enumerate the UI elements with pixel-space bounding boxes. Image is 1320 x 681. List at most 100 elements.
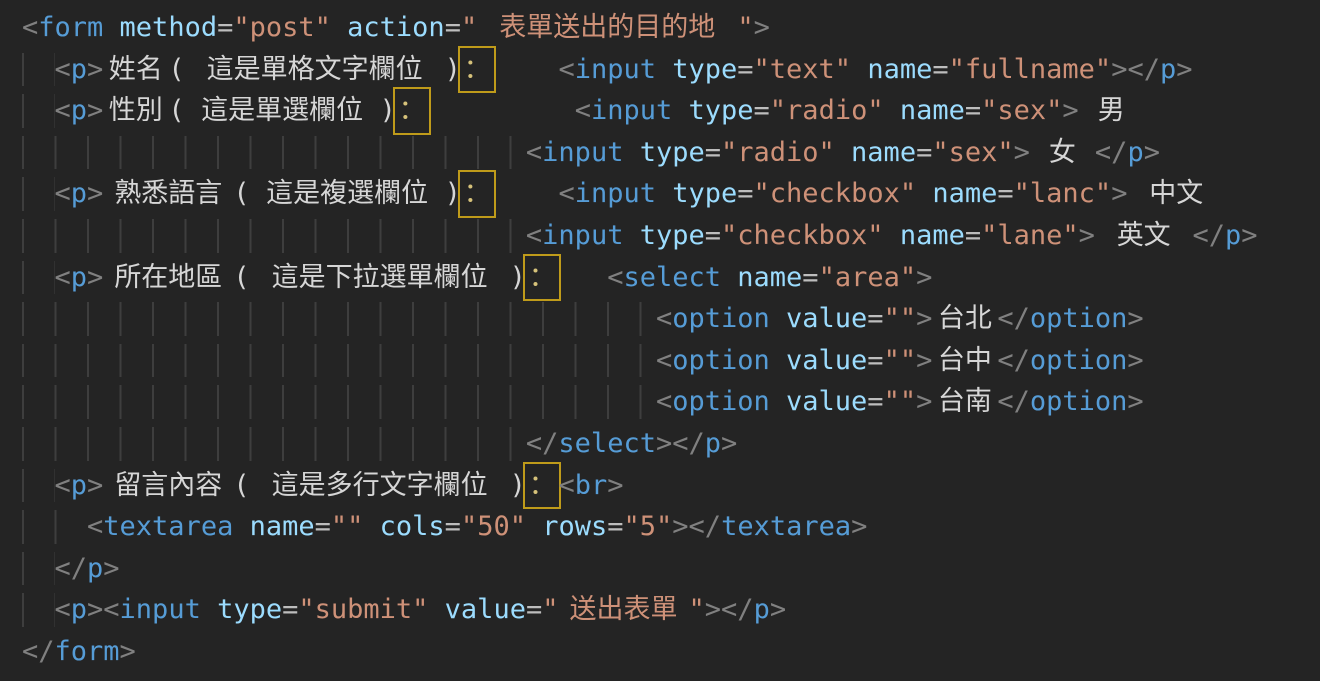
token-str: "lanc" xyxy=(1014,173,1112,215)
token-attr: name xyxy=(250,506,315,548)
token-txt: 熟悉語言(這是複選欄位) xyxy=(103,173,461,215)
token-str: "fullname" xyxy=(949,49,1112,91)
indent-guides xyxy=(22,423,526,465)
code-line-3[interactable]: <p>性別(這是單選欄位)：<inputtype="radio"name="se… xyxy=(22,90,1320,132)
token-pun: < xyxy=(55,257,71,299)
token-pun: </ xyxy=(1095,132,1128,174)
token-tag: br xyxy=(575,465,608,507)
indent-guides xyxy=(22,132,526,174)
token-eq: = xyxy=(737,173,753,215)
token-attr: type xyxy=(689,90,754,132)
token-eq: = xyxy=(607,506,623,548)
token-eq: = xyxy=(705,215,721,257)
token-tag: p xyxy=(754,589,770,631)
code-line-15[interactable]: <p><inputtype="submit"value="送出表單"></p> xyxy=(22,589,1320,631)
token-pun: > xyxy=(103,548,119,590)
token-tag: p xyxy=(71,589,87,631)
token-pun: > xyxy=(1111,173,1127,215)
token-eq: = xyxy=(932,49,948,91)
token-tag: p xyxy=(705,423,721,465)
token-attr: name xyxy=(851,132,916,174)
token-eq: = xyxy=(445,7,461,49)
token-tag: option xyxy=(672,381,770,423)
cjk-text-run: 性別 xyxy=(103,90,168,132)
code-line-12[interactable]: <p>留言內容(這是多行文字欄位)：<br> xyxy=(22,465,1320,507)
code-line-10[interactable]: <optionvalue="">台南</option> xyxy=(22,381,1320,423)
token-str: "lane" xyxy=(981,215,1079,257)
token-tag: input xyxy=(120,589,201,631)
token-eq: = xyxy=(997,173,1013,215)
token-str: "" xyxy=(884,298,917,340)
cjk-text-run: 女 xyxy=(1046,132,1079,174)
token-pun: < xyxy=(87,506,103,548)
token-pun: > xyxy=(916,381,932,423)
token-attr: name xyxy=(867,49,932,91)
token-pun: >< xyxy=(87,589,120,631)
code-line-6[interactable]: <inputtype="checkbox"name="lane"> 英文 </p… xyxy=(22,215,1320,257)
token-attr: cols xyxy=(380,506,445,548)
token-attr: name xyxy=(932,173,997,215)
code-line-1[interactable]: <formmethod="post"action="表單送出的目的地"> xyxy=(22,7,1320,49)
code-editor[interactable]: <formmethod="post"action="表單送出的目的地"><p>姓… xyxy=(0,0,1320,681)
cjk-text-run: 這是複選欄位 xyxy=(250,173,445,215)
token-pun: > xyxy=(87,257,103,299)
token-str: "radio" xyxy=(721,132,835,174)
code-line-9[interactable]: <optionvalue="">台中</option> xyxy=(22,340,1320,382)
token-pun: > xyxy=(1014,132,1030,174)
code-line-7[interactable]: <p>所在地區(這是下拉選單欄位)：<selectname="area"> xyxy=(22,257,1320,299)
indent-guides xyxy=(22,215,526,257)
indent-guides xyxy=(22,465,55,507)
code-line-4[interactable]: <inputtype="radio"name="sex"> 女 </p> xyxy=(22,132,1320,174)
token-tag: p xyxy=(1127,132,1143,174)
token-pun: > xyxy=(851,506,867,548)
indent-guides xyxy=(22,90,55,132)
cjk-text-run: 中文 xyxy=(1144,173,1209,215)
token-str: "" xyxy=(331,506,364,548)
token-pun: < xyxy=(55,589,71,631)
token-pun: > xyxy=(1127,381,1143,423)
token-attr: type xyxy=(640,132,705,174)
code-line-5[interactable]: <p>熟悉語言(這是複選欄位)：<inputtype="checkbox"nam… xyxy=(22,173,1320,215)
token-tag: select xyxy=(558,423,656,465)
token-pun: ></ xyxy=(705,589,754,631)
cjk-text-run: 所在地區 xyxy=(103,257,233,299)
code-line-8[interactable]: <optionvalue="">台北</option> xyxy=(22,298,1320,340)
token-tag: input xyxy=(542,132,623,174)
code-line-16[interactable]: </form> xyxy=(22,631,1320,673)
token-pun: > xyxy=(1176,49,1192,91)
indent-guides xyxy=(22,506,87,548)
token-str: "text" xyxy=(754,49,852,91)
indent-guides xyxy=(22,340,656,382)
token-attr: name xyxy=(900,215,965,257)
token-pun: > xyxy=(1241,215,1257,257)
code-line-2[interactable]: <p>姓名(這是單格文字欄位)：<inputtype="text"name="f… xyxy=(22,49,1320,91)
token-pun: > xyxy=(87,49,103,91)
token-pun: < xyxy=(526,215,542,257)
indent-guides xyxy=(22,173,55,215)
token-pun: < xyxy=(526,132,542,174)
token-pun: > xyxy=(120,631,136,673)
token-eq: = xyxy=(217,7,233,49)
token-pun: < xyxy=(656,340,672,382)
token-eq: = xyxy=(965,90,981,132)
token-pun: ></ xyxy=(1111,49,1160,91)
cjk-text-run: 姓名 xyxy=(103,49,168,91)
token-pun: > xyxy=(916,340,932,382)
code-line-11[interactable]: </select></p> xyxy=(22,423,1320,465)
token-eq: = xyxy=(867,340,883,382)
unicode-highlight-colon: ： xyxy=(526,257,559,299)
token-tag: option xyxy=(1030,298,1128,340)
token-pun: > xyxy=(1079,215,1095,257)
token-tag: input xyxy=(591,90,672,132)
token-txt: 女 xyxy=(1030,132,1095,174)
token-pun: </ xyxy=(997,298,1030,340)
token-pun: < xyxy=(656,381,672,423)
token-tag: p xyxy=(71,257,87,299)
token-txt: 留言內容(這是多行文字欄位) xyxy=(103,465,526,507)
code-line-13[interactable]: <textareaname=""cols="50"rows="5"></text… xyxy=(22,506,1320,548)
code-line-14[interactable]: </p> xyxy=(22,548,1320,590)
token-str: "sex" xyxy=(932,132,1013,174)
token-tag: textarea xyxy=(103,506,233,548)
token-tag: select xyxy=(623,257,721,299)
token-pun: ></ xyxy=(672,506,721,548)
